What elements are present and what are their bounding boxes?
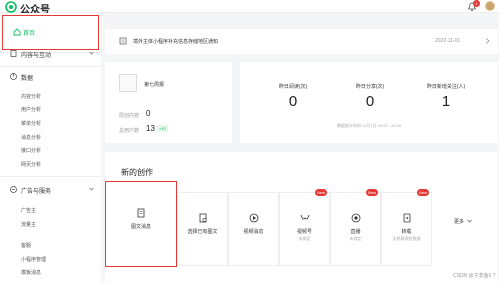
sidebar-subitem-template-message[interactable]: 模板消息: [21, 269, 41, 276]
tile-label: 选择已有图文: [187, 229, 218, 235]
stat-value-new-followers: 1: [441, 93, 451, 110]
sidebar-subitem-publisher[interactable]: 流量主: [21, 221, 36, 228]
tile-article-message[interactable]: 图文消息: [105, 181, 177, 267]
article-icon: [137, 208, 145, 218]
chevron-down-icon: [89, 51, 94, 55]
new-badge: New: [365, 189, 378, 196]
stat-label-reads: 昨日阅读(次): [278, 84, 308, 90]
chevron-right-icon: [485, 38, 490, 44]
sidebar-item-data[interactable]: 数据: [0, 71, 101, 83]
tile-sublabel: 未绑定: [349, 236, 362, 241]
tile-video-message[interactable]: 视频消息: [228, 192, 279, 266]
tile-sublabel: 未绑定: [298, 236, 311, 241]
select-article-icon: [199, 213, 206, 223]
sidebar-subitem-miniprogram[interactable]: 小程序管理: [21, 256, 46, 263]
channels-icon: [300, 214, 309, 220]
repost-icon: [403, 213, 410, 223]
document-icon: [10, 50, 17, 57]
originals-value: 0: [146, 109, 151, 118]
sidebar-item-label: 内容与互动: [21, 53, 52, 59]
followers-delta-badge: +10: [157, 125, 168, 132]
tile-label: 视频号: [296, 229, 312, 235]
top-bar: 公众号 1: [0, 0, 499, 16]
sidebar-item-ads[interactable]: 广告与服务: [0, 184, 101, 196]
more-button[interactable]: 更多: [454, 218, 464, 225]
sidebar-subitem-menu-analysis[interactable]: 菜单分析: [21, 120, 41, 127]
account-name: 第七周报: [144, 82, 165, 88]
sidebar-subitem-api-analysis[interactable]: 接口分析: [21, 147, 41, 154]
sidebar: 首页 内容与互动 数据 内容分析 用户分析 菜单分析 消息分析 接口分析 网页分…: [0, 13, 101, 283]
play-icon: [249, 213, 258, 223]
notice-icon: [119, 37, 127, 45]
sidebar-item-label: 广告与服务: [21, 189, 52, 195]
sidebar-item-label: 数据: [21, 76, 34, 82]
notice-date: 2022-11-01: [435, 38, 461, 44]
stat-label-shares: 昨日分享(次): [355, 84, 385, 90]
chevron-down-icon[interactable]: [467, 219, 472, 223]
tile-channels[interactable]: New 视频号 未绑定: [279, 189, 330, 266]
tile-label: 图文消息: [130, 224, 151, 230]
wechat-logo-icon: [5, 1, 17, 13]
notice-bar[interactable]: 境外主体小程序补充信息存储地区通知 2022-11-01: [105, 29, 498, 54]
tile-live[interactable]: New 直播 未绑定: [330, 189, 381, 266]
chart-icon: [10, 73, 17, 80]
sidebar-subitem-advertiser[interactable]: 广告主: [21, 207, 36, 214]
account-avatar[interactable]: [119, 74, 137, 92]
tile-label: 转载: [401, 229, 412, 235]
notice-text: 境外主体小程序补充信息存储地区通知: [133, 39, 219, 45]
tile-label: 直播: [350, 229, 361, 235]
stat-value-reads: 0: [288, 93, 298, 110]
stats-note: 数据统计时间 11月7日 00:00 - 24:00: [336, 123, 402, 128]
stat-value-shares: 0: [365, 93, 375, 110]
live-icon: [351, 213, 360, 223]
sidebar-item-home[interactable]: 首页: [2, 15, 99, 50]
stats-card: 昨日阅读(次) 0 昨日分享(次) 0 昨日新增关注(人) 1 数据统计时间 1…: [240, 62, 498, 143]
new-badge: New: [314, 189, 327, 196]
sidebar-item-content[interactable]: 内容与互动: [0, 48, 101, 60]
sidebar-subitem-content-analysis[interactable]: 内容分析: [21, 93, 41, 100]
tile-repost[interactable]: New 转载 无转载授权数据: [381, 189, 432, 266]
followers-label: 总用户数: [119, 128, 140, 134]
sidebar-subitem-user-analysis[interactable]: 用户分析: [21, 106, 41, 113]
followers-value: 13: [146, 124, 155, 133]
chevron-down-icon: [89, 187, 94, 191]
sidebar-subitem-web-analysis[interactable]: 网页分析: [21, 161, 41, 168]
tile-select-existing[interactable]: 选择已有图文: [177, 192, 228, 266]
sidebar-subitem-customer-service[interactable]: 客服: [21, 242, 31, 249]
create-title: 新的创作: [121, 168, 153, 177]
tile-sublabel: 无转载授权数据: [392, 236, 421, 241]
divider: [0, 66, 101, 67]
sidebar-subitem-message-analysis[interactable]: 消息分析: [21, 134, 41, 141]
notification-badge: 1: [473, 0, 480, 7]
watermark: CSDN @子非鱼6 ?: [453, 273, 496, 279]
stat-label-new-followers: 昨日新增关注(人): [426, 84, 466, 90]
originals-label: 原创内容: [119, 113, 140, 119]
divider: [0, 176, 101, 177]
create-panel: 新的创作 图文消息 选择已有图文 视频消息 New 视频号 未绑定 New 直播…: [105, 152, 498, 283]
tile-label: 视频消息: [243, 229, 264, 235]
sidebar-item-label: 首页: [23, 31, 36, 37]
avatar[interactable]: [485, 1, 495, 11]
ads-icon: [10, 186, 17, 193]
home-icon: [13, 28, 21, 36]
new-badge: New: [416, 189, 429, 196]
account-card: 第七周报 原创内容 0 总用户数 13 +10: [105, 62, 232, 143]
